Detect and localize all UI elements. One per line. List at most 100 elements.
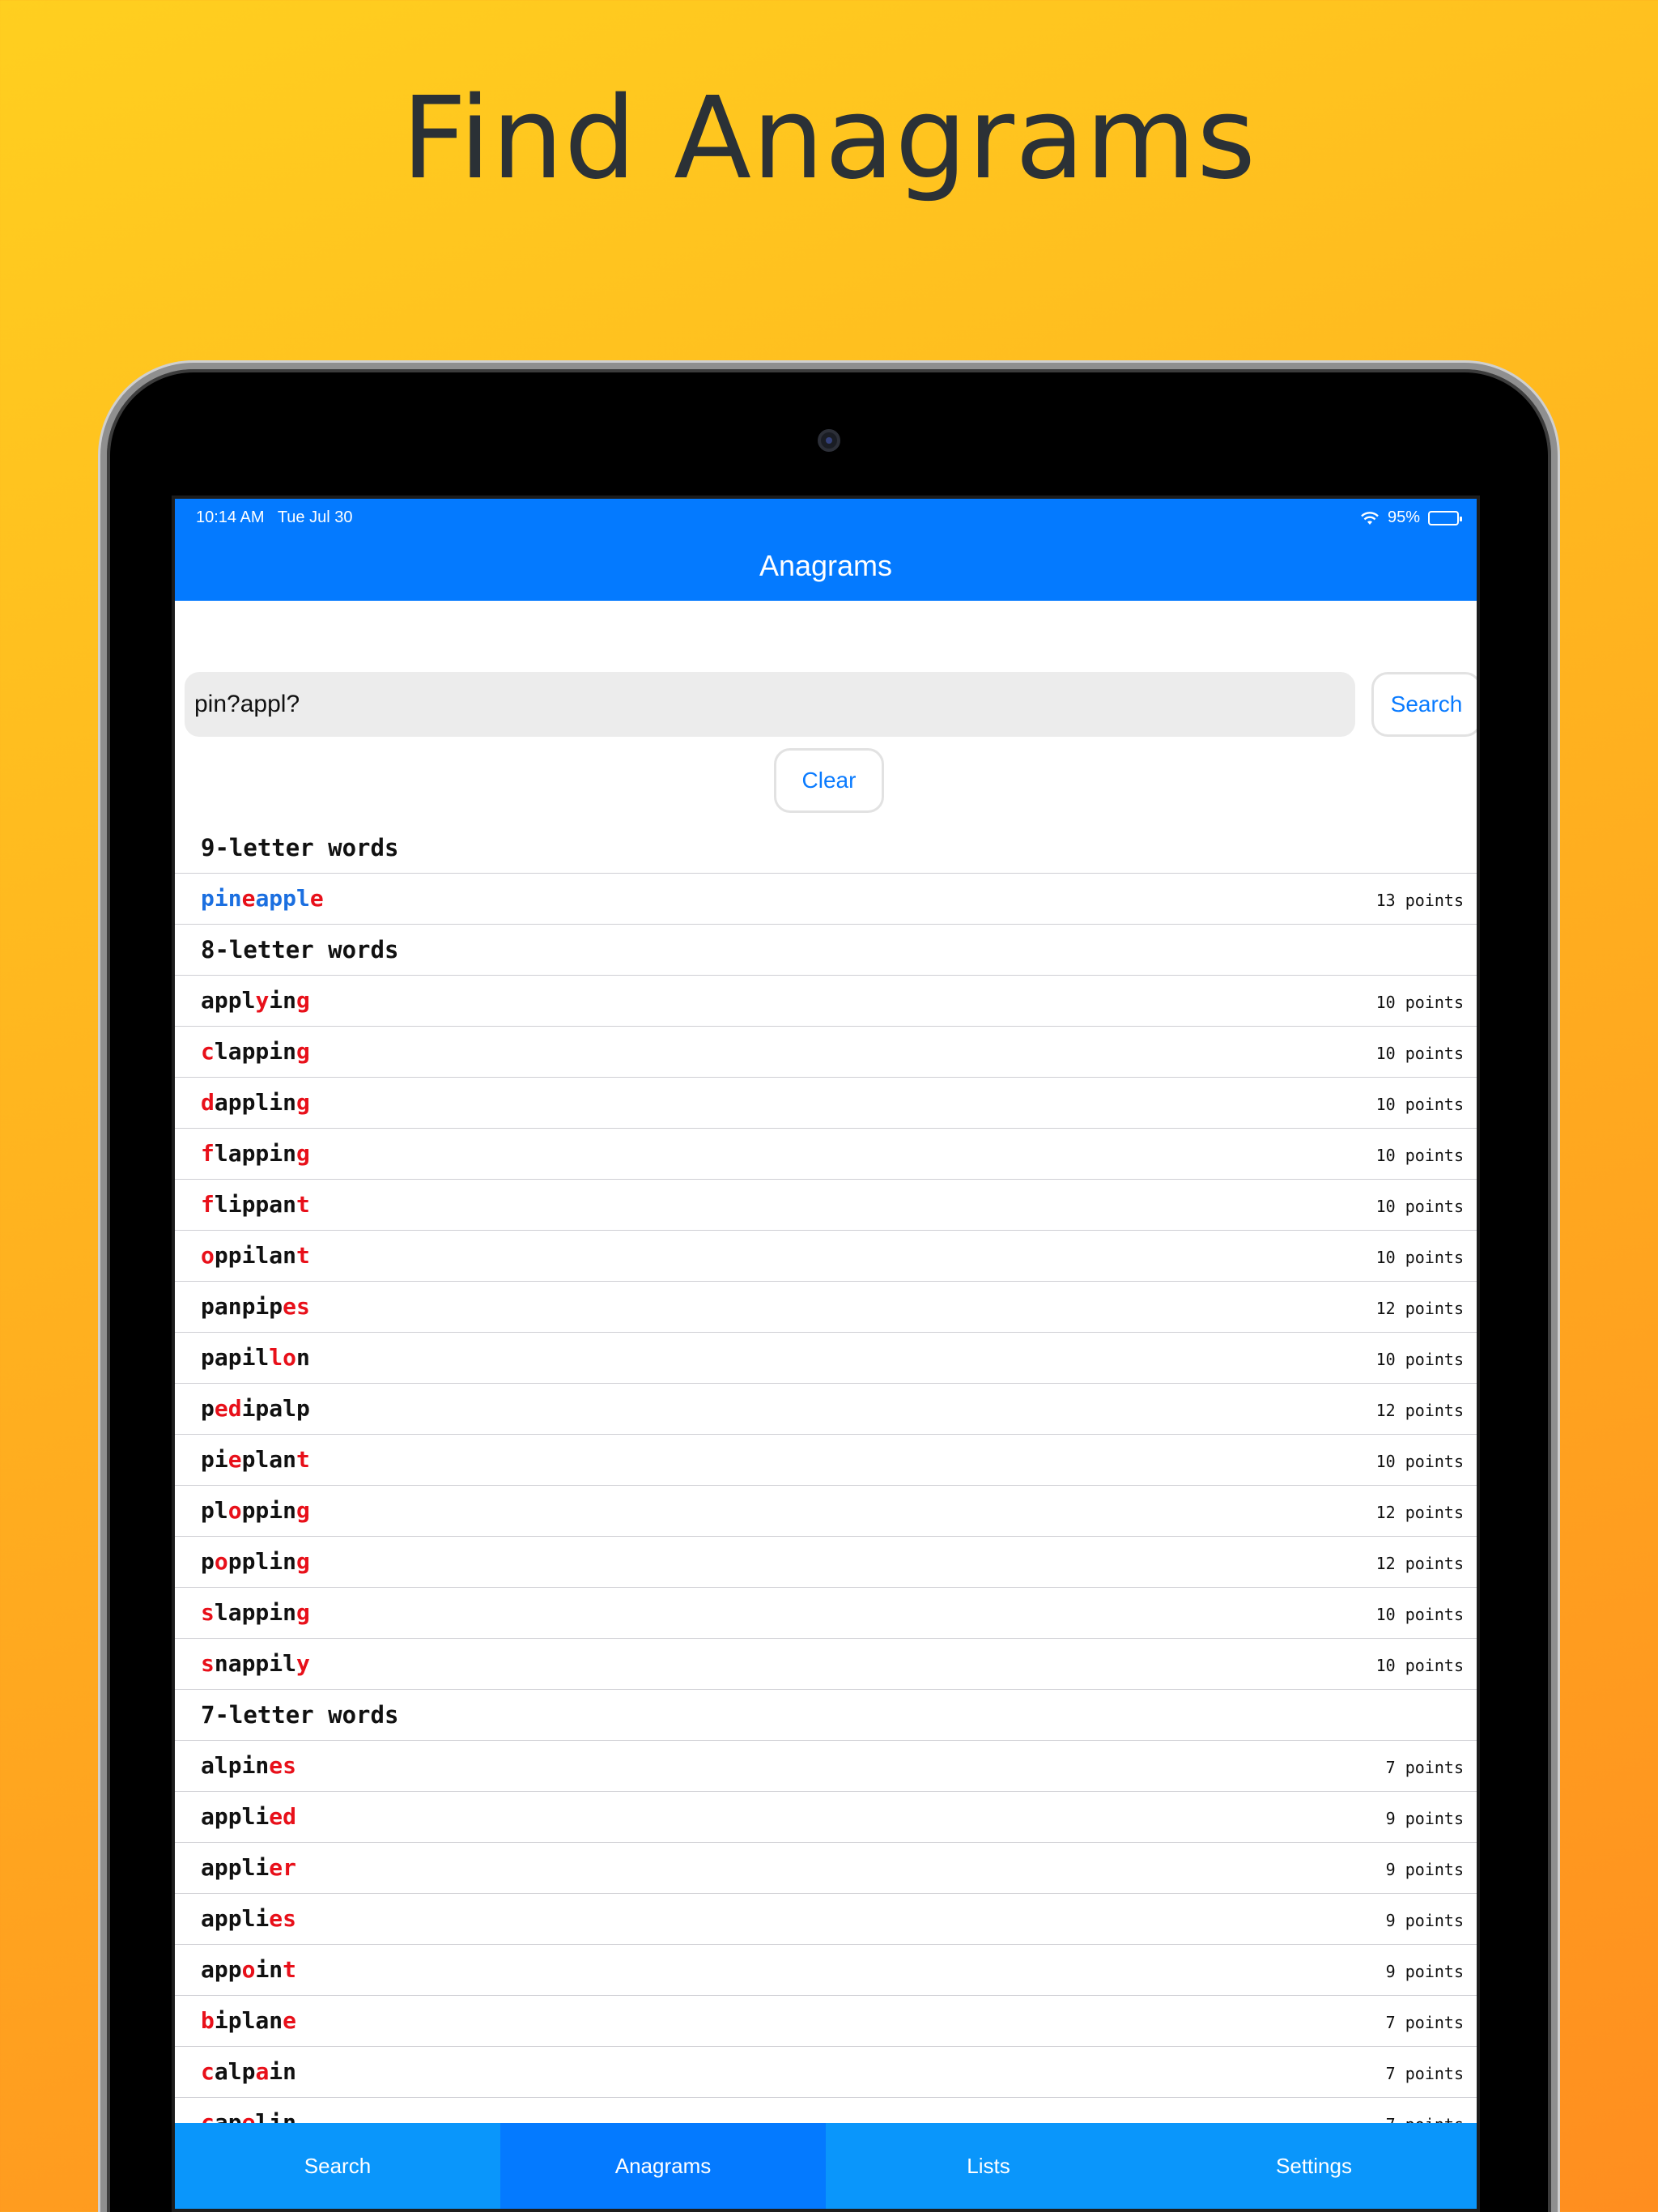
app-screen: 10:14 AM Tue Jul 30 95% Anagrams pin?app… [172,496,1480,2212]
word-segment: o [227,1497,242,1524]
search-input[interactable]: pin?appl? [185,672,1355,737]
section-header: 7-letter words [175,1690,1477,1741]
word-row[interactable]: 10 points flippant [175,1180,1477,1231]
word-segment: in [269,2058,297,2085]
word-row[interactable]: 10 points flapping [175,1129,1477,1180]
front-camera-icon [818,429,840,452]
word-segment: e [227,1446,242,1473]
word-row[interactable]: 10 points slapping [175,1588,1477,1639]
word-segment: alp [214,2058,256,2085]
word-segment: pplin [227,1548,297,1575]
word-label: applier [201,1854,296,1881]
word-segment: e [309,885,324,912]
word-points: 10 points [1375,1044,1464,1063]
word-segment: e [241,885,256,912]
word-segment: lappin [214,1140,297,1167]
word-segment: g [296,1548,310,1575]
word-segment: c [201,1038,215,1065]
word-row[interactable]: 10 points clapping [175,1027,1477,1078]
word-segment: nappil [214,1650,297,1677]
word-segment: o [214,1548,228,1575]
word-row[interactable]: 10 points snappily [175,1639,1477,1690]
word-segment: appli [201,1803,270,1830]
nav-title: Anagrams [759,549,893,582]
word-segment: a [255,2058,270,2085]
word-points: 7 points [1385,2013,1464,2032]
word-segment: o [241,1956,256,1983]
word-segment: p [201,1548,215,1575]
word-segment: lappin [214,1038,297,1065]
word-row[interactable]: 7 points calpain [175,2047,1477,2098]
word-segment: n [296,1344,310,1371]
word-row[interactable]: 10 points papillon [175,1333,1477,1384]
clear-button[interactable]: Clear [774,748,884,813]
status-date: Tue Jul 30 [277,508,353,526]
word-segment: g [296,1599,310,1626]
word-row[interactable]: 12 points pedipalp [175,1384,1477,1435]
word-segment: c [201,2058,215,2085]
word-segment: g [296,1089,310,1116]
word-row[interactable]: 9 points appoint [175,1945,1477,1996]
tab-lists[interactable]: Lists [826,2123,1151,2209]
word-label: flippant [201,1191,310,1218]
word-row[interactable]: 10 points pieplant [175,1435,1477,1486]
word-row[interactable]: 10 points applying [175,976,1477,1027]
word-row[interactable]: 9 points applied [175,1792,1477,1843]
word-segment: o [201,1242,215,1269]
section-header: 9-letter words [175,823,1477,874]
status-time: 10:14 AM Tue Jul 30 [196,508,352,527]
word-label: flapping [201,1140,310,1167]
word-row[interactable]: 7 points alpines [175,1741,1477,1792]
word-label: pieplant [201,1446,310,1473]
word-row[interactable]: 9 points applier [175,1843,1477,1894]
word-row[interactable]: 12 points panpipes [175,1282,1477,1333]
word-segment: g [296,1038,310,1065]
word-label: dappling [201,1089,310,1116]
word-segment: in [255,1956,283,1983]
word-label: clapping [201,1038,310,1065]
promo-headline: Find Anagrams [401,73,1257,205]
word-segment: appl [201,987,256,1014]
word-label: applied [201,1803,296,1830]
word-segment: g [296,1497,310,1524]
word-points: 10 points [1375,1248,1464,1267]
word-points: 9 points [1385,1962,1464,1981]
word-label: oppilant [201,1242,310,1269]
word-segment: y [255,987,270,1014]
word-segment: t [296,1446,310,1473]
word-label: applying [201,987,310,1014]
word-segment: t [283,1956,297,1983]
tab-search[interactable]: Search [175,2123,500,2209]
word-points: 13 points [1375,891,1464,910]
section-header-label: 8-letter words [201,936,399,963]
word-row[interactable]: 12 points poppling [175,1537,1477,1588]
word-row[interactable]: 10 points dappling [175,1078,1477,1129]
word-points: 12 points [1375,1401,1464,1420]
tab-settings[interactable]: Settings [1151,2123,1477,2209]
word-segment: iplan [214,2007,283,2034]
tab-anagrams[interactable]: Anagrams [500,2123,826,2209]
word-row[interactable]: 7 points biplane [175,1996,1477,2047]
word-segment: applin [214,1089,297,1116]
word-segment: es [283,1293,310,1320]
word-row[interactable]: 9 points applies [175,1894,1477,1945]
word-row[interactable]: 10 points oppilant [175,1231,1477,1282]
word-segment: in [269,987,297,1014]
word-points: 10 points [1375,1197,1464,1216]
search-button[interactable]: Search [1371,672,1477,737]
word-segment: es [269,1752,297,1779]
word-row[interactable]: 13 points pineapple [175,874,1477,925]
search-row: pin?appl? Search [185,672,1477,737]
word-label: plopping [201,1497,310,1524]
word-label: applies [201,1905,296,1932]
word-segment: f [201,1191,215,1218]
word-points: 10 points [1375,1605,1464,1624]
word-label: slapping [201,1599,310,1626]
word-segment: s [201,1650,215,1677]
word-row[interactable]: 12 points plopping [175,1486,1477,1537]
word-segment: g [296,1140,310,1167]
word-label: pedipalp [201,1395,310,1422]
navigation-bar: Anagrams [175,538,1477,601]
word-segment: d [201,1089,215,1116]
word-segment: app [201,1956,242,1983]
